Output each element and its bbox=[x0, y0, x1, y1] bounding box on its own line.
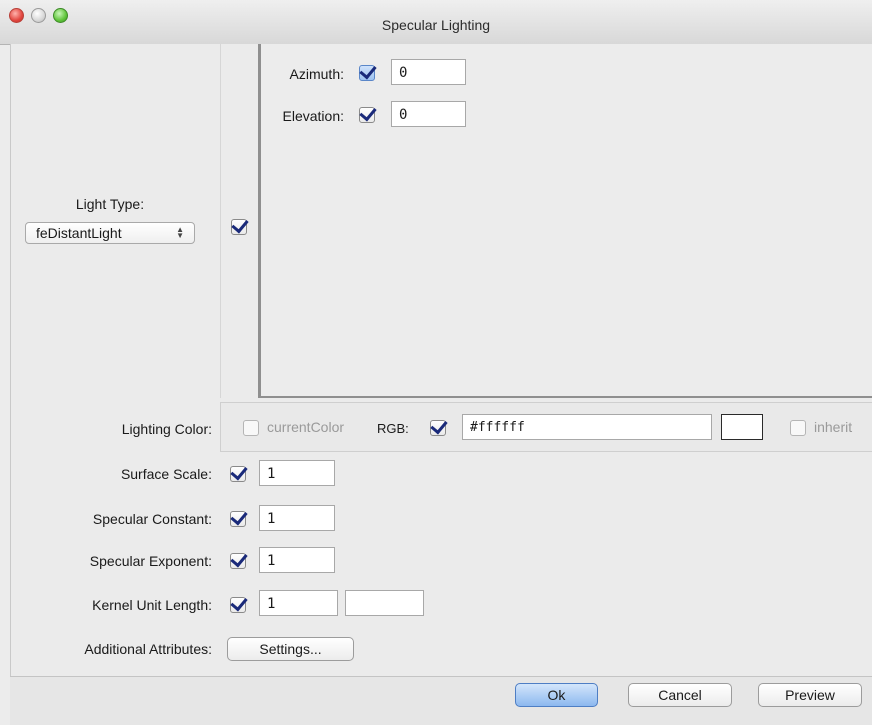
light-type-select[interactable]: feDistantLight ▲ ▼ bbox=[25, 222, 195, 244]
specular-exponent-field[interactable]: 1 bbox=[259, 547, 335, 573]
inherit-checkbox[interactable] bbox=[790, 420, 806, 436]
azimuth-field[interactable]: 0 bbox=[391, 59, 466, 85]
elevation-field[interactable]: 0 bbox=[391, 101, 466, 127]
additional-attributes-label: Additional Attributes: bbox=[84, 641, 212, 657]
ok-button[interactable]: Ok bbox=[515, 683, 598, 707]
azimuth-label: Azimuth: bbox=[289, 66, 344, 82]
current-color-checkbox[interactable] bbox=[243, 420, 259, 436]
surface-scale-checkbox[interactable] bbox=[230, 466, 246, 482]
elevation-label: Elevation: bbox=[282, 108, 344, 124]
specular-constant-field[interactable]: 1 bbox=[259, 505, 335, 531]
rgb-checkbox[interactable] bbox=[430, 420, 446, 436]
surface-scale-field[interactable]: 1 bbox=[259, 460, 335, 486]
specular-constant-label: Specular Constant: bbox=[92, 511, 212, 527]
window-title: Specular Lighting bbox=[381, 17, 491, 33]
light-parameters-panel bbox=[258, 44, 872, 398]
light-type-value: feDistantLight bbox=[36, 225, 122, 241]
surface-scale-label: Surface Scale: bbox=[120, 466, 212, 482]
rgb-value-field[interactable]: #ffffff bbox=[462, 414, 712, 440]
kernel-unit-length-checkbox[interactable] bbox=[230, 597, 246, 613]
specular-constant-checkbox[interactable] bbox=[230, 511, 246, 527]
settings-button[interactable]: Settings... bbox=[227, 637, 354, 661]
color-swatch[interactable] bbox=[721, 414, 763, 440]
panel-divider bbox=[220, 44, 221, 398]
kernel-unit-length-x-field[interactable]: 1 bbox=[259, 590, 338, 616]
lighting-color-label: Lighting Color: bbox=[121, 421, 212, 437]
kernel-unit-length-y-field[interactable] bbox=[345, 590, 424, 616]
specular-exponent-label: Specular Exponent: bbox=[89, 553, 212, 569]
light-type-label: Light Type: bbox=[75, 196, 145, 212]
specular-exponent-checkbox[interactable] bbox=[230, 553, 246, 569]
preview-button[interactable]: Preview bbox=[758, 683, 862, 707]
dialog-button-bar bbox=[10, 676, 872, 725]
cancel-button[interactable]: Cancel bbox=[628, 683, 732, 707]
inherit-label: inherit bbox=[814, 419, 853, 435]
rgb-label: RGB: bbox=[377, 421, 409, 436]
azimuth-checkbox[interactable] bbox=[359, 65, 375, 81]
kernel-unit-length-label: Kernel Unit Length: bbox=[92, 597, 212, 613]
chevron-updown-icon: ▲ ▼ bbox=[176, 225, 184, 240]
current-color-label: currentColor bbox=[267, 419, 345, 435]
elevation-checkbox[interactable] bbox=[359, 107, 375, 123]
light-type-checkbox[interactable] bbox=[231, 219, 247, 235]
